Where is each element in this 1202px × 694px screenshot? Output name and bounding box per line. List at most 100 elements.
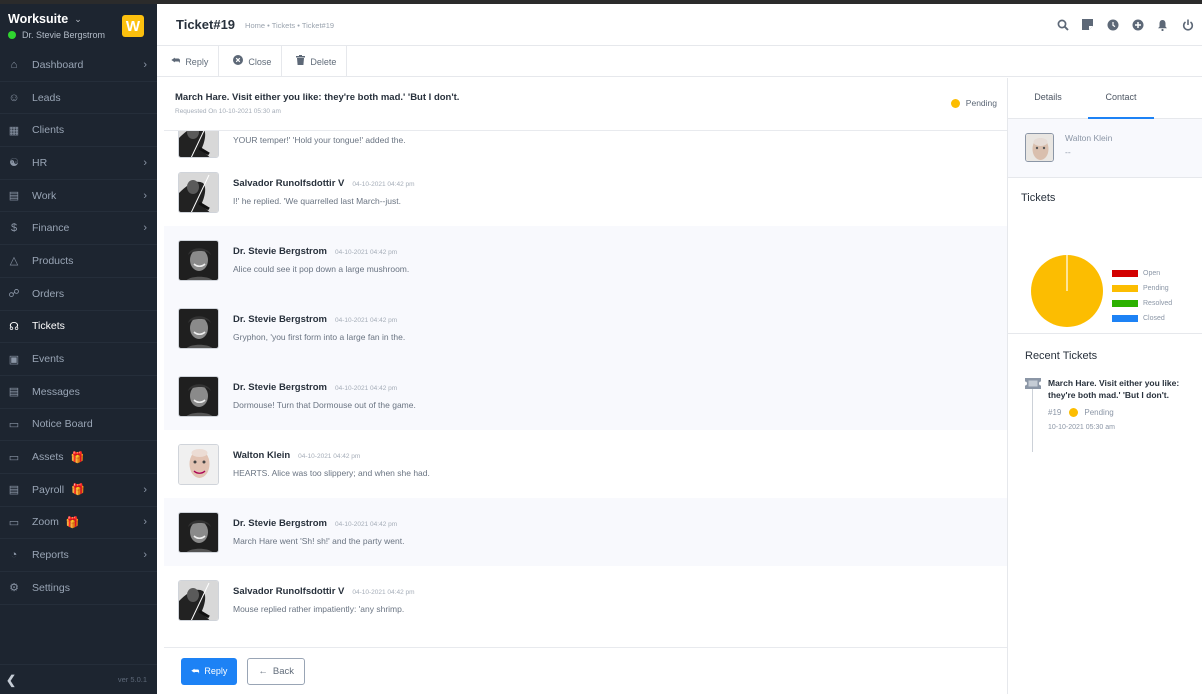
- pending-status-dot-icon: [950, 98, 960, 108]
- legend-item-pending[interactable]: Pending: [1112, 281, 1172, 296]
- message-author: Dr. Stevie Bergstrom 04-10-2021 04:42 pm: [233, 518, 398, 529]
- recent-ticket-title[interactable]: March Hare. Visit either you like: they'…: [1048, 378, 1188, 401]
- close-action-button[interactable]: Close: [219, 46, 283, 77]
- message-avatar[interactable]: [178, 579, 219, 621]
- message-avatar[interactable]: [178, 511, 219, 553]
- bell-icon[interactable]: [1156, 18, 1169, 31]
- sidebar-item-label: Zoom: [32, 516, 59, 529]
- chevron-right-icon: ›: [143, 549, 147, 562]
- sidebar-item-settings[interactable]: ⚙ Settings: [0, 572, 157, 605]
- contact-avatar[interactable]: [1025, 133, 1054, 162]
- legend-item-open[interactable]: Open: [1112, 266, 1172, 281]
- sidebar-header: Worksuite ⌄ Dr. Stevie Bergstrom W: [0, 4, 157, 44]
- message-avatar[interactable]: [178, 239, 219, 281]
- chevron-right-icon: ›: [143, 222, 147, 235]
- message-item: Dr. Stevie Bergstrom 04-10-2021 04:42 pm G…: [164, 294, 1007, 362]
- message-list[interactable]: YOUR temper!' 'Hold your tongue!' added …: [164, 131, 1007, 647]
- message-time: 04-10-2021 04:42 pm: [298, 453, 361, 460]
- message-avatar[interactable]: [178, 131, 219, 158]
- back-button[interactable]: ← Back: [247, 657, 306, 685]
- header-icons: [1056, 18, 1194, 31]
- trash-icon: [296, 55, 306, 68]
- main-content: Ticket#19 Home • Tickets • Ticket#19 ⮪ R…: [157, 4, 1202, 694]
- ticket-status-badge: Pending: [950, 98, 997, 108]
- sidebar-item-hr[interactable]: ☯ HR ›: [0, 147, 157, 180]
- conversation-footer: ⮪ Reply ← Back: [164, 647, 1007, 694]
- message-author: Dr. Stevie Bergstrom 04-10-2021 04:42 pm: [233, 382, 398, 393]
- reply-action-label: Reply: [185, 56, 209, 67]
- message-item: YOUR temper!' 'Hold your tongue!' added …: [164, 131, 1007, 158]
- sidebar-item-label: Reports: [32, 549, 69, 562]
- sidebar-item-clients[interactable]: ▦ Clients: [0, 114, 157, 148]
- tab-contact[interactable]: Contact: [1088, 78, 1154, 119]
- sidebar-item-label: Orders: [32, 287, 65, 300]
- message-time: 04-10-2021 04:42 pm: [352, 181, 415, 188]
- contact-name[interactable]: Walton Klein: [1065, 133, 1112, 143]
- app-logo[interactable]: W: [122, 15, 144, 37]
- sidebar-item-zoom[interactable]: ▭ Zoom 🎁 ›: [0, 507, 157, 540]
- breadcrumb[interactable]: Home • Tickets • Ticket#19: [245, 21, 334, 30]
- timeline-line: [1032, 388, 1033, 452]
- sidebar-item-dashboard[interactable]: ⌂ Dashboard ›: [0, 49, 157, 82]
- legend-swatch: [1112, 300, 1138, 307]
- contact-info: Walton Klein --: [1065, 133, 1112, 177]
- sidebar-item-notice-board[interactable]: ▭ Notice Board: [0, 409, 157, 442]
- message-item: Walton Klein 04-10-2021 04:42 pm HEARTS. A…: [164, 430, 1007, 498]
- sidebar-item-products[interactable]: △ Products: [0, 245, 157, 278]
- sidebar-item-finance[interactable]: $ Finance ›: [0, 212, 157, 246]
- sticky-note-icon[interactable]: [1081, 18, 1094, 31]
- chevron-down-icon: ⌄: [74, 13, 82, 24]
- search-icon[interactable]: [1056, 18, 1069, 31]
- user-icon: ☺: [8, 91, 20, 104]
- sidebar-item-payroll[interactable]: ▤ Payroll 🎁 ›: [0, 474, 157, 507]
- message-item: Salvador Runolfsdottir V 04-10-2021 04:42…: [164, 566, 1007, 634]
- ticket-subject-header: March Hare. Visit either you like: they'…: [164, 78, 1007, 131]
- reply-icon: ⮪: [171, 56, 181, 67]
- sidebar: Worksuite ⌄ Dr. Stevie Bergstrom W ⌂ Dash…: [0, 4, 157, 694]
- message-avatar[interactable]: [178, 171, 219, 213]
- message-avatar[interactable]: [178, 375, 219, 417]
- sidebar-item-leads[interactable]: ☺ Leads: [0, 82, 157, 115]
- recent-ticket-meta: #19 Pending: [1048, 408, 1202, 417]
- chevron-right-icon: ›: [143, 189, 147, 202]
- message-text: YOUR temper!' 'Hold your tongue!' added …: [233, 135, 406, 145]
- power-icon[interactable]: [1181, 18, 1194, 31]
- sidebar-item-label: Clients: [32, 124, 65, 137]
- sidebar-item-work[interactable]: ▤ Work ›: [0, 180, 157, 213]
- contact-subtitle: --: [1065, 147, 1071, 157]
- legend-item-closed[interactable]: Closed: [1112, 311, 1172, 326]
- sidebar-item-reports[interactable]: ◔ Reports ›: [0, 539, 157, 572]
- reply-button[interactable]: ⮪ Reply: [181, 657, 238, 685]
- ticket-sidebar-tabs: Details Contact: [1008, 78, 1202, 119]
- message-text: Mouse replied rather impatiently: 'any s…: [233, 604, 405, 614]
- sidebar-item-assets[interactable]: ▭ Assets 🎁: [0, 441, 157, 474]
- message-time: 04-10-2021 04:42 pm: [352, 589, 415, 596]
- legend-item-resolved[interactable]: Resolved: [1112, 296, 1172, 311]
- dollar-icon: $: [10, 222, 18, 235]
- sidebar-item-messages[interactable]: ▤ Messages: [0, 376, 157, 409]
- briefcase-icon: ▤: [8, 190, 20, 203]
- message-item: Dr. Stevie Bergstrom 04-10-2021 04:42 pm A…: [164, 226, 1007, 294]
- delete-action-button[interactable]: Delete: [282, 46, 348, 77]
- tickets-chart-legend: Open Pending Resolved Closed: [1112, 266, 1172, 326]
- sidebar-item-label: Assets: [32, 451, 64, 464]
- message-time: 04-10-2021 04:42 pm: [334, 521, 398, 528]
- collapse-sidebar-icon[interactable]: ❮: [6, 673, 16, 687]
- message-avatar[interactable]: [178, 307, 219, 349]
- basket-icon: △: [9, 255, 19, 268]
- cart-icon: ☍: [8, 288, 20, 301]
- sidebar-item-orders[interactable]: ☍ Orders: [0, 278, 157, 311]
- recent-ticket-item[interactable]: March Hare. Visit either you like: they'…: [1025, 378, 1202, 452]
- sidebar-item-tickets[interactable]: ☊ Tickets: [0, 311, 157, 344]
- tab-details[interactable]: Details: [1008, 78, 1088, 118]
- chevron-right-icon: ›: [143, 516, 147, 529]
- page-title: Ticket#19: [176, 17, 236, 32]
- chevron-right-icon: ›: [143, 58, 147, 71]
- message-avatar[interactable]: [178, 443, 219, 485]
- message-item: Dr. Stevie Bergstrom 04-10-2021 04:42 pm D…: [164, 362, 1007, 430]
- legend-swatch: [1112, 315, 1138, 322]
- clock-icon[interactable]: [1106, 18, 1119, 31]
- sidebar-item-events[interactable]: ▣ Events: [0, 343, 157, 376]
- plus-circle-icon[interactable]: [1131, 18, 1144, 31]
- reply-action-button[interactable]: ⮪ Reply: [157, 46, 220, 77]
